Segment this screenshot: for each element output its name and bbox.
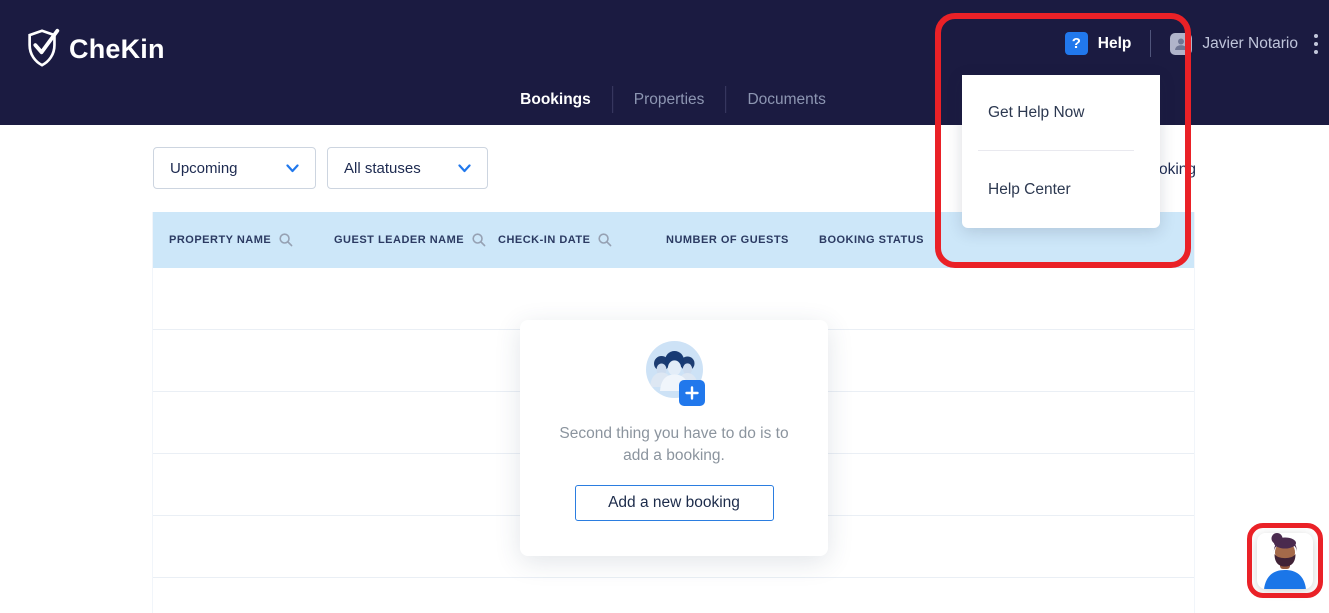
search-icon[interactable] xyxy=(279,233,293,247)
help-button[interactable]: ? Help xyxy=(1065,32,1132,55)
column-label: BOOKING STATUS xyxy=(819,234,924,246)
add-new-booking-button[interactable]: Add a new booking xyxy=(575,485,774,521)
column-property-name: PROPERTY NAME xyxy=(169,233,334,247)
empty-state-card: Second thing you have to do is to add a … xyxy=(520,320,828,556)
column-guest-leader-name: GUEST LEADER NAME xyxy=(334,233,498,247)
user-name: Javier Notario xyxy=(1202,35,1298,53)
search-icon[interactable] xyxy=(598,233,612,247)
column-label: NUMBER OF GUESTS xyxy=(666,234,789,246)
app-window: CheKin Bookings Properties Documents ? H… xyxy=(0,0,1329,613)
empty-state-line1: Second thing you have to do is to xyxy=(520,423,828,445)
header-right-cluster: ? Help Javier Notario xyxy=(1065,30,1321,57)
tab-properties[interactable]: Properties xyxy=(634,91,705,109)
tab-documents[interactable]: Documents xyxy=(747,91,825,109)
status-filter-select[interactable]: All statuses xyxy=(327,147,488,189)
chevron-down-icon xyxy=(286,160,299,177)
column-check-in-date: CHECK-IN DATE xyxy=(498,233,666,247)
tab-bookings[interactable]: Bookings xyxy=(520,91,591,109)
user-menu[interactable]: Javier Notario xyxy=(1170,33,1298,55)
column-number-of-guests: NUMBER OF GUESTS xyxy=(666,234,819,246)
person-icon xyxy=(1170,33,1192,55)
nav-divider xyxy=(725,86,726,113)
guest-group-plus-icon xyxy=(646,341,703,398)
column-booking-status: BOOKING STATUS xyxy=(819,234,1194,246)
search-icon[interactable] xyxy=(472,233,486,247)
status-filter-value: All statuses xyxy=(344,160,421,177)
main-nav: Bookings Properties Documents xyxy=(520,86,826,113)
question-mark-icon: ? xyxy=(1065,32,1088,55)
column-label: CHECK-IN DATE xyxy=(498,234,590,246)
empty-state-line2: add a booking. xyxy=(520,445,828,467)
plus-badge-icon xyxy=(679,380,705,406)
column-label: GUEST LEADER NAME xyxy=(334,234,464,246)
kebab-menu-icon[interactable] xyxy=(1311,31,1321,57)
column-label: PROPERTY NAME xyxy=(169,234,271,246)
period-filter-value: Upcoming xyxy=(170,160,238,177)
menu-item-help-center[interactable]: Help Center xyxy=(962,151,1160,228)
help-dropdown-menu: Get Help Now Help Center xyxy=(962,75,1160,228)
header-divider xyxy=(1150,30,1151,57)
support-avatar-illustration xyxy=(1257,533,1313,589)
shield-check-icon xyxy=(26,26,60,73)
nav-divider xyxy=(612,86,613,113)
menu-item-get-help-now[interactable]: Get Help Now xyxy=(962,75,1160,150)
table-row xyxy=(153,578,1194,613)
period-filter-select[interactable]: Upcoming xyxy=(153,147,316,189)
chekin-logo[interactable]: CheKin xyxy=(26,26,165,73)
help-label: Help xyxy=(1098,35,1132,53)
empty-state-message: Second thing you have to do is to add a … xyxy=(520,423,828,467)
chevron-down-icon xyxy=(458,160,471,177)
support-avatar[interactable] xyxy=(1257,533,1313,589)
brand-name: CheKin xyxy=(69,34,165,65)
